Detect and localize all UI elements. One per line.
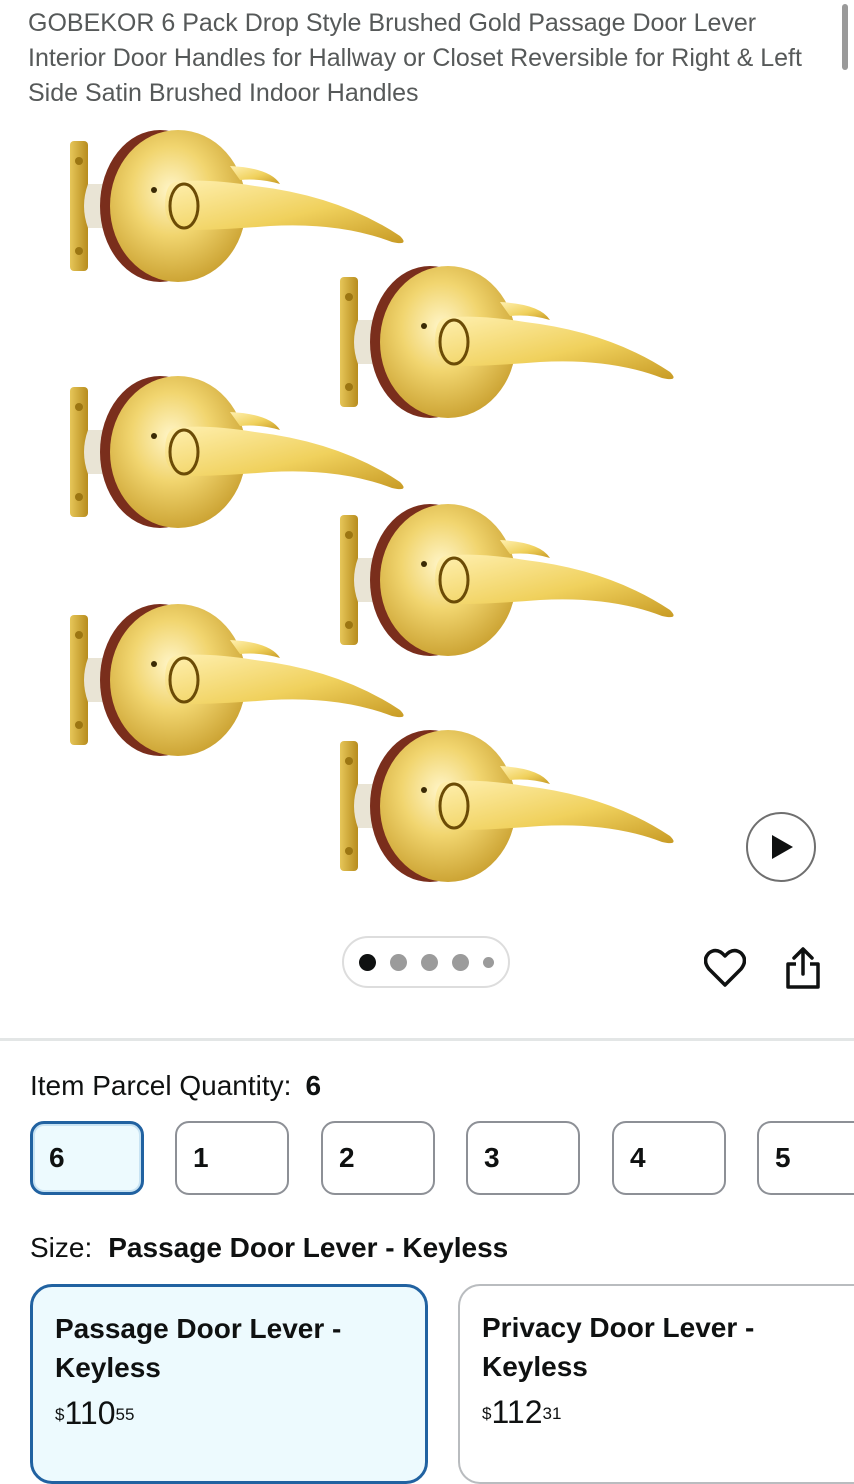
pager-dot-5[interactable] — [482, 956, 494, 968]
quantity-option-5[interactable]: 5 — [757, 1121, 854, 1195]
share-button[interactable] — [779, 944, 827, 992]
price-symbol: $ — [55, 1405, 65, 1424]
image-pager[interactable] — [342, 936, 510, 988]
size-option-price: $11055 — [55, 1393, 403, 1433]
pager-dot-2[interactable] — [389, 953, 407, 971]
pager-dot-4[interactable] — [451, 953, 469, 971]
quantity-option-6-selected[interactable]: 6 — [30, 1121, 144, 1195]
product-title: GOBEKOR 6 Pack Drop Style Brushed Gold P… — [28, 9, 802, 107]
favorite-button[interactable] — [701, 944, 749, 992]
size-option-name: Privacy Door Lever - Keyless — [482, 1312, 755, 1382]
size-option-passage-selected[interactable]: Passage Door Lever - Keyless $11055 — [30, 1284, 428, 1484]
size-selected-value: Passage Door Lever - Keyless — [108, 1232, 509, 1263]
quantity-heading: Item Parcel Quantity: 6 — [30, 1068, 321, 1104]
size-option-name: Passage Door Lever - Keyless — [55, 1313, 342, 1383]
play-video-button[interactable] — [746, 812, 816, 882]
size-label: Size: — [30, 1232, 93, 1263]
pager-dot-1[interactable] — [358, 953, 376, 971]
price-whole: 112 — [491, 1394, 543, 1430]
product-image[interactable] — [40, 120, 820, 900]
section-divider — [0, 1038, 854, 1041]
heart-icon — [704, 948, 746, 987]
price-fraction: 31 — [542, 1404, 562, 1423]
quantity-option-2[interactable]: 2 — [321, 1121, 435, 1195]
quantity-option-3[interactable]: 3 — [466, 1121, 580, 1195]
size-option-price: $11231 — [482, 1392, 832, 1432]
quantity-selected-value: 6 — [305, 1070, 322, 1101]
size-heading: Size: Passage Door Lever - Keyless — [30, 1230, 508, 1266]
quantity-option-1[interactable]: 1 — [175, 1121, 289, 1195]
price-fraction: 55 — [115, 1405, 135, 1424]
pager-dot-3[interactable] — [420, 953, 438, 971]
scroll-indicator — [842, 4, 848, 70]
price-symbol: $ — [482, 1404, 492, 1423]
size-option-privacy[interactable]: Privacy Door Lever - Keyless $11231 — [458, 1284, 854, 1484]
price-whole: 110 — [64, 1395, 116, 1431]
play-icon — [772, 835, 793, 859]
share-icon — [786, 947, 820, 989]
quantity-label: Item Parcel Quantity: — [30, 1070, 292, 1101]
quantity-option-4[interactable]: 4 — [612, 1121, 726, 1195]
